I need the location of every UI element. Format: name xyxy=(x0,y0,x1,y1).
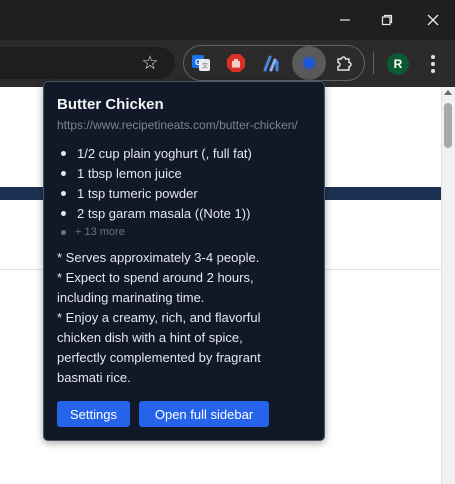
recipe-url[interactable]: https://www.recipetineats.com/butter-chi… xyxy=(57,118,298,132)
open-sidebar-button[interactable]: Open full sidebar xyxy=(139,401,269,427)
close-icon[interactable] xyxy=(418,6,448,34)
summary-line: * Enjoy a creamy, rich, and flavorful xyxy=(57,310,261,325)
more-vert-icon[interactable] xyxy=(424,52,442,76)
summary-line: including marinating time. xyxy=(57,290,205,305)
recipe-extension-icon[interactable] xyxy=(298,52,320,74)
summary-line: basmati rice. xyxy=(57,370,131,385)
ingredient-item: 1 tbsp lemon juice xyxy=(77,166,182,181)
toolbar-separator xyxy=(373,52,374,74)
analytics-extension-icon[interactable] xyxy=(261,52,283,74)
ingredient-item: 2 tsp garam masala ((Note 1)) xyxy=(77,206,251,221)
translate-extension-icon[interactable]: G文 xyxy=(190,52,212,74)
ingredient-item: 1/2 cup plain yoghurt (, full fat) xyxy=(77,146,252,161)
summary-line: chicken dish with a hint of spice, xyxy=(57,330,243,345)
puzzle-extensions-icon[interactable] xyxy=(333,52,355,74)
ingredient-item: 1 tsp tumeric powder xyxy=(77,186,198,201)
list-bullet xyxy=(61,230,66,235)
scrollbar-thumb[interactable] xyxy=(444,103,452,148)
profile-avatar[interactable]: R xyxy=(387,53,409,75)
scroll-up-icon[interactable] xyxy=(444,90,452,95)
recipe-title: Butter Chicken xyxy=(57,96,164,113)
minimize-icon[interactable] xyxy=(330,6,360,34)
summary-line: * Expect to spend around 2 hours, xyxy=(57,270,254,285)
summary-line: * Serves approximately 3-4 people. xyxy=(57,250,260,265)
star-icon[interactable]: ☆ xyxy=(139,50,161,76)
list-bullet xyxy=(61,211,66,216)
settings-button[interactable]: Settings xyxy=(57,401,130,427)
more-ingredients-link[interactable]: + 13 more xyxy=(75,226,125,238)
svg-text:文: 文 xyxy=(202,62,208,70)
adblock-extension-icon[interactable] xyxy=(225,52,247,74)
svg-text:G: G xyxy=(195,58,201,67)
list-bullet xyxy=(61,151,66,156)
list-bullet xyxy=(61,171,66,176)
restore-icon[interactable] xyxy=(372,6,402,34)
list-bullet xyxy=(61,191,66,196)
summary-line: perfectly complemented by fragrant xyxy=(57,350,261,365)
